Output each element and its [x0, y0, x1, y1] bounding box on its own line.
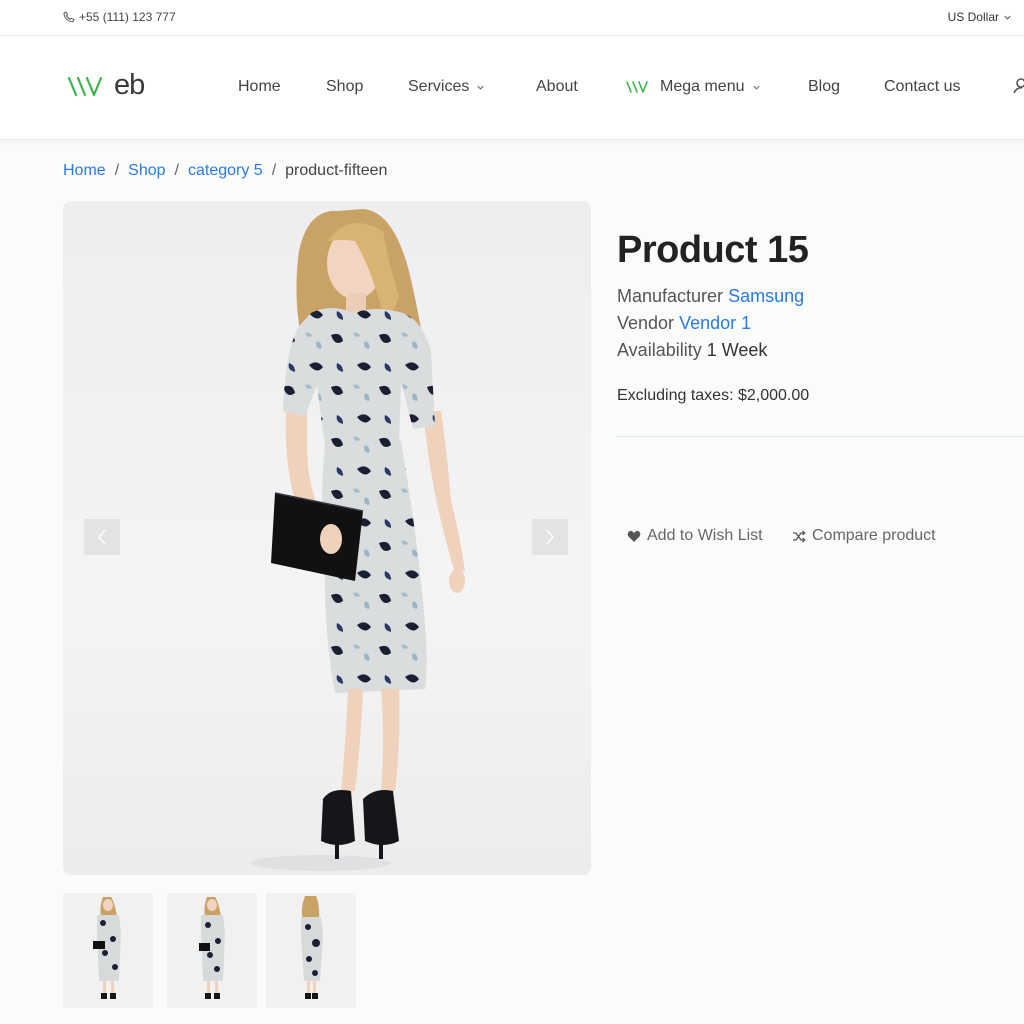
chevron-down-icon	[752, 85, 760, 90]
compare-product-button[interactable]: Compare product	[792, 527, 936, 545]
breadcrumb-category[interactable]: category 5	[188, 162, 263, 180]
divider	[617, 436, 1024, 437]
chevron-left-icon	[98, 529, 106, 545]
nav-shop-label: Shop	[326, 78, 364, 95]
account-button[interactable]	[1013, 77, 1024, 100]
shuffle-icon	[793, 530, 806, 542]
nav-contact-us[interactable]: Contact us	[884, 78, 960, 96]
phone-contact[interactable]: +55 (111) 123 777	[63, 10, 176, 24]
breadcrumb-current: product-fifteen	[285, 162, 388, 179]
price-value: $2,000.00	[737, 387, 810, 404]
currency-selector[interactable]: US Dollar	[948, 10, 1012, 24]
nav-shop[interactable]: Shop	[326, 78, 363, 96]
breadcrumb-home[interactable]: Home	[63, 162, 106, 180]
nav-services[interactable]: Services	[408, 78, 485, 96]
manufacturer-label: Manufacturer	[617, 286, 724, 306]
nav-mega-menu-label: Mega menu	[660, 78, 745, 95]
prev-image-button[interactable]	[84, 519, 120, 555]
product-thumbnail-3[interactable]	[266, 893, 356, 1008]
main-header: eb Home Shop Services About Mega menu Bl…	[0, 36, 1024, 140]
breadcrumb: Home / Shop / category 5 / product-fifte…	[63, 162, 387, 180]
nav-services-label: Services	[408, 78, 470, 95]
compare-label: Compare product	[812, 527, 936, 544]
nav-blog[interactable]: Blog	[808, 78, 840, 96]
nav-home-label: Home	[238, 78, 281, 95]
product-thumbnail-2[interactable]	[167, 893, 257, 1008]
product-title: Product 15	[617, 229, 809, 271]
top-bar: +55 (111) 123 777 US Dollar	[0, 0, 1024, 36]
site-logo[interactable]: eb	[66, 69, 145, 101]
nav-about-label: About	[536, 78, 578, 95]
thumbnail-photo	[199, 897, 225, 999]
chevron-down-icon	[1004, 15, 1011, 20]
product-main-image[interactable]	[63, 201, 591, 875]
mega-menu-logo-icon	[626, 81, 648, 93]
price-label: Excluding taxes:	[617, 387, 734, 404]
product-photo	[251, 209, 465, 871]
breadcrumb-separator: /	[114, 162, 120, 179]
wishlist-label: Add to Wish List	[647, 527, 763, 544]
next-image-button[interactable]	[532, 519, 568, 555]
availability-value: 1 Week	[706, 340, 768, 360]
price-row: Excluding taxes: $2,000.00	[617, 387, 809, 405]
currency-label: US Dollar	[947, 10, 999, 24]
nav-blog-label: Blog	[808, 78, 841, 95]
manufacturer-link[interactable]: Samsung	[728, 286, 804, 306]
product-thumbnail-1[interactable]	[63, 893, 153, 1008]
vendor-link[interactable]: Vendor 1	[679, 313, 751, 333]
thumbnail-photo	[301, 896, 323, 999]
nav-contact-us-label: Contact us	[884, 78, 961, 95]
phone-icon	[63, 11, 75, 23]
phone-number: +55 (111) 123 777	[79, 10, 176, 24]
user-icon	[1013, 78, 1024, 94]
breadcrumb-separator: /	[174, 162, 179, 179]
heart-icon	[627, 530, 641, 542]
logo-text: eb	[114, 69, 145, 101]
availability-label: Availability	[617, 340, 702, 360]
add-to-wishlist-button[interactable]: Add to Wish List	[627, 527, 763, 545]
nav-mega-menu[interactable]: Mega menu	[625, 78, 761, 96]
thumbnail-photo	[93, 897, 121, 999]
vendor-row: Vendor Vendor 1	[617, 313, 751, 334]
breadcrumb-shop[interactable]: Shop	[128, 162, 165, 180]
nav-about[interactable]: About	[536, 78, 578, 96]
manufacturer-row: Manufacturer Samsung	[617, 286, 804, 307]
logo-mark-icon	[67, 76, 103, 96]
chevron-down-icon	[477, 85, 484, 90]
nav-home[interactable]: Home	[238, 78, 281, 96]
availability-row: Availability 1 Week	[617, 340, 767, 361]
breadcrumb-separator: /	[271, 162, 277, 179]
vendor-label: Vendor	[617, 313, 675, 333]
chevron-right-icon	[546, 529, 554, 545]
